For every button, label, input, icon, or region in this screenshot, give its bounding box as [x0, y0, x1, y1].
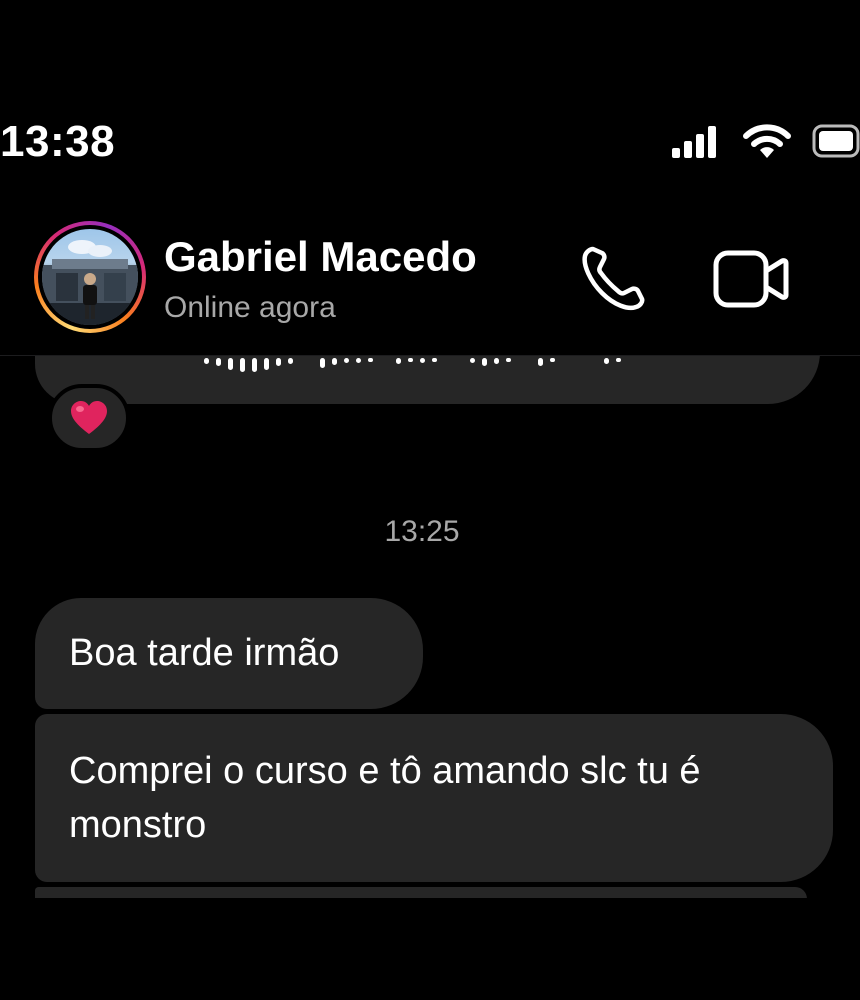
- cellular-signal-icon: [672, 126, 716, 158]
- message-bubble[interactable]: Comprei o curso e tô amando slc tu é mon…: [35, 714, 833, 882]
- chat-header: Gabriel Macedo Online agora: [0, 195, 860, 356]
- status-icons: [670, 118, 860, 164]
- audio-waveform: [204, 358, 621, 372]
- status-time: 13:38: [0, 117, 116, 166]
- video-camera-icon: [713, 250, 789, 308]
- battery-icon: [812, 124, 860, 158]
- heart-icon: [71, 401, 107, 434]
- heart-reaction[interactable]: [48, 384, 130, 452]
- call-button[interactable]: [578, 243, 648, 313]
- contact-name[interactable]: Gabriel Macedo: [164, 233, 477, 281]
- message-bubble[interactable]: Boa tarde irmão: [35, 598, 423, 709]
- contact-status: Online agora: [164, 291, 336, 324]
- video-call-button[interactable]: [712, 247, 790, 311]
- phone-icon: [582, 246, 645, 311]
- avatar-story-ring[interactable]: [34, 221, 146, 333]
- avatar: [38, 225, 142, 329]
- bottom-area: [0, 898, 860, 1000]
- wifi-icon: [743, 124, 791, 158]
- avatar-photo: [42, 229, 138, 325]
- message-timestamp: 13:25: [384, 515, 460, 548]
- avatar-photo-art: [42, 240, 138, 325]
